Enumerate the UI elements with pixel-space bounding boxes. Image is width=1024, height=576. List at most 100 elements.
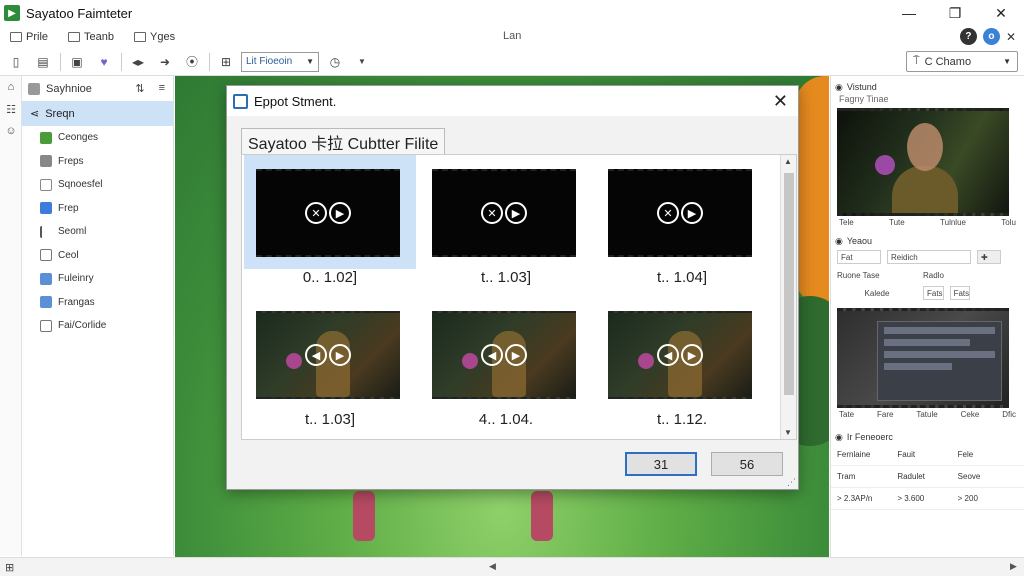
new-icon[interactable]: ▯ bbox=[5, 52, 27, 72]
format-select[interactable]: Lit Fioeoin ▼ bbox=[241, 51, 319, 72]
sidebar-item-sqnoesfel[interactable]: Sqnoesfel bbox=[22, 173, 173, 197]
export-dialog: Eppot Stment. ✕ Sayatoo 卡拉 Cubtter Filit… bbox=[226, 85, 799, 490]
gallery-icon bbox=[40, 272, 52, 285]
open-icon[interactable]: ▤ bbox=[32, 52, 54, 72]
home-icon[interactable]: ⌂ bbox=[0, 76, 22, 98]
scroll-down-icon[interactable]: ▼ bbox=[784, 428, 792, 437]
save-icon[interactable]: ▣ bbox=[66, 52, 88, 72]
play-icon: ◀ ▶ bbox=[481, 344, 527, 366]
menu-item-file[interactable]: Prile bbox=[10, 31, 48, 43]
grid-icon[interactable]: ⊞ bbox=[215, 52, 237, 72]
eye-icon: ◉ bbox=[835, 235, 843, 246]
thumbnail-item[interactable]: ✕ ▶ t.. 1.04] bbox=[596, 155, 768, 286]
cancel-button[interactable]: 56 bbox=[711, 452, 783, 476]
search-input-value: Reidich bbox=[891, 252, 918, 262]
tab-subtitle-filter[interactable]: Sayatoo 卡拉 Cubtter Filite bbox=[241, 128, 446, 154]
heart-icon[interactable]: ♥ bbox=[93, 52, 115, 72]
preview-thumbnail[interactable] bbox=[837, 108, 1009, 216]
sidebar-item-selected[interactable]: ⋖ Sreqn bbox=[22, 101, 173, 126]
column-header: Fele bbox=[957, 450, 974, 459]
section-subtitle: Fagny Tinae bbox=[839, 94, 889, 104]
sidebar-item-label: Seoml bbox=[58, 226, 87, 238]
table-row[interactable]: > 2.3AP/n > 3.600 > 200 bbox=[831, 488, 1024, 510]
frame-icon bbox=[40, 178, 52, 191]
preview-label: Ceke bbox=[960, 410, 980, 419]
thumbnail-item[interactable]: ✕ ▶ t.. 1.03] bbox=[420, 155, 592, 286]
menu-item-view[interactable]: Yges bbox=[134, 31, 175, 43]
thumbnail-image: ✕ ▶ bbox=[432, 169, 576, 257]
scroll-up-icon[interactable]: ▲ bbox=[784, 157, 792, 166]
sidebar-item-frangas[interactable]: Frangas bbox=[22, 291, 173, 315]
section-title: Yeaou bbox=[846, 236, 873, 246]
eye-icon: ◉ bbox=[835, 81, 843, 92]
list-icon[interactable]: ☷ bbox=[0, 98, 22, 120]
sidebar-item-fai-corlide[interactable]: Fai/Corlide bbox=[22, 314, 173, 338]
resize-grip-icon[interactable]: ⋰ bbox=[787, 477, 796, 488]
thumbnail-label: t.. 1.04] bbox=[656, 269, 708, 286]
account-icon[interactable]: o bbox=[982, 28, 1000, 45]
sidebar-item-ceol[interactable]: Ceol bbox=[22, 244, 173, 268]
menu-item-edit[interactable]: Teanb bbox=[68, 31, 114, 43]
section-title: Vistund bbox=[846, 82, 877, 92]
maximize-button[interactable]: ❐ bbox=[932, 0, 978, 26]
sort-icon[interactable]: ⇅ bbox=[135, 82, 144, 95]
photo-icon bbox=[40, 296, 52, 309]
sidebar-item-frep[interactable]: Frep bbox=[22, 197, 173, 221]
ok-button[interactable]: 31 bbox=[625, 452, 697, 476]
sidebar-item-changes[interactable]: Ceonges bbox=[22, 126, 173, 150]
form-value[interactable]: Fats bbox=[923, 286, 944, 300]
left-rail: ⌂ ☷ ☺ bbox=[0, 76, 22, 556]
pin-icon[interactable]: ⦿ bbox=[181, 52, 203, 72]
preview-labels: Tate Fare Tatule Ceke Dfic bbox=[831, 408, 1024, 422]
minimize-button[interactable]: — bbox=[886, 0, 932, 26]
scroll-left-icon[interactable]: ◀ bbox=[489, 561, 496, 572]
table-row[interactable]: Tram Radulet Seove bbox=[831, 466, 1024, 488]
sidebar-item-label: Ceonges bbox=[58, 132, 99, 144]
thumbnail-item[interactable]: ✕ ▶ 0.. 1.02] bbox=[244, 155, 416, 286]
sidebar-item-seoml[interactable]: Seoml bbox=[22, 220, 173, 244]
thumbnail-item[interactable]: ◀ ▶ 4.. 1.04. bbox=[420, 297, 592, 428]
toolbar-divider bbox=[60, 52, 61, 71]
thumbnail-label: 4.. 1.04. bbox=[478, 411, 534, 428]
vertical-scrollbar[interactable]: ▲ ▼ bbox=[780, 155, 796, 439]
sidebar-item-label: Frep bbox=[58, 202, 79, 214]
play-icon: ✕ ▶ bbox=[305, 202, 351, 224]
chevron-down-icon[interactable]: ▼ bbox=[351, 52, 373, 72]
preview-label: Dfic bbox=[1002, 410, 1016, 419]
preview-thumbnail[interactable] bbox=[837, 308, 1009, 408]
table-cell: > 200 bbox=[957, 494, 978, 503]
search-input[interactable]: Reidich bbox=[887, 250, 971, 264]
sidebar-item-fuleinry[interactable]: Fuleinry bbox=[22, 267, 173, 291]
profile-select[interactable]: ⍑ C Chamo ▼ bbox=[906, 51, 1018, 72]
arrow-right-icon[interactable]: ➜ bbox=[154, 52, 176, 72]
preview-label: Tulnlue bbox=[940, 218, 966, 227]
thumbnail-item[interactable]: ◀ ▶ t.. 1.03] bbox=[244, 297, 416, 428]
character-leg bbox=[531, 491, 553, 541]
section-header: ◉ Yeaou bbox=[831, 234, 1024, 248]
grid-icon[interactable]: ⊞ bbox=[5, 561, 14, 574]
timer-icon[interactable]: ◷ bbox=[324, 52, 346, 72]
form-label: Radlo bbox=[923, 270, 944, 280]
table-cell: > 2.3AP/n bbox=[837, 494, 873, 503]
back-forward-icon[interactable]: ◂▸ bbox=[127, 52, 149, 72]
scroll-right-icon[interactable]: ▶ bbox=[1010, 561, 1017, 572]
thumbnail-item[interactable]: ◀ ▶ t.. 1.12. bbox=[596, 297, 768, 428]
scroll-thumb[interactable] bbox=[784, 173, 794, 395]
close-button[interactable]: ✕ bbox=[978, 0, 1024, 26]
form-value[interactable]: Fats bbox=[949, 286, 971, 300]
preview-label: Tute bbox=[889, 218, 905, 227]
sidebar-item-freps[interactable]: Freps bbox=[22, 150, 173, 174]
sidebar-item-label: Sreqn bbox=[45, 107, 75, 120]
menu-icon[interactable]: ≡ bbox=[159, 82, 165, 95]
section-header: ◉ Ir Feneoerc bbox=[831, 430, 1024, 444]
add-icon[interactable]: ✚ bbox=[977, 250, 1001, 264]
thumbnail-list[interactable]: ✕ ▶ 0.. 1.02] ✕ ▶ t.. 1.03] ✕ ▶ t.. 1.04] ◀ ▶ t.. 1… bbox=[241, 154, 797, 440]
close-panel-icon[interactable]: ✕ bbox=[1006, 30, 1016, 44]
type-select[interactable]: Fat bbox=[837, 250, 881, 264]
play-icon: ✕ ▶ bbox=[657, 202, 703, 224]
user-icon[interactable]: ☺ bbox=[0, 120, 22, 142]
help-icon[interactable]: ? bbox=[959, 28, 977, 45]
thumbnail-image: ◀ ▶ bbox=[432, 311, 576, 399]
sidebar-item-label: Freps bbox=[58, 155, 84, 167]
close-icon[interactable]: ✕ bbox=[773, 91, 788, 112]
